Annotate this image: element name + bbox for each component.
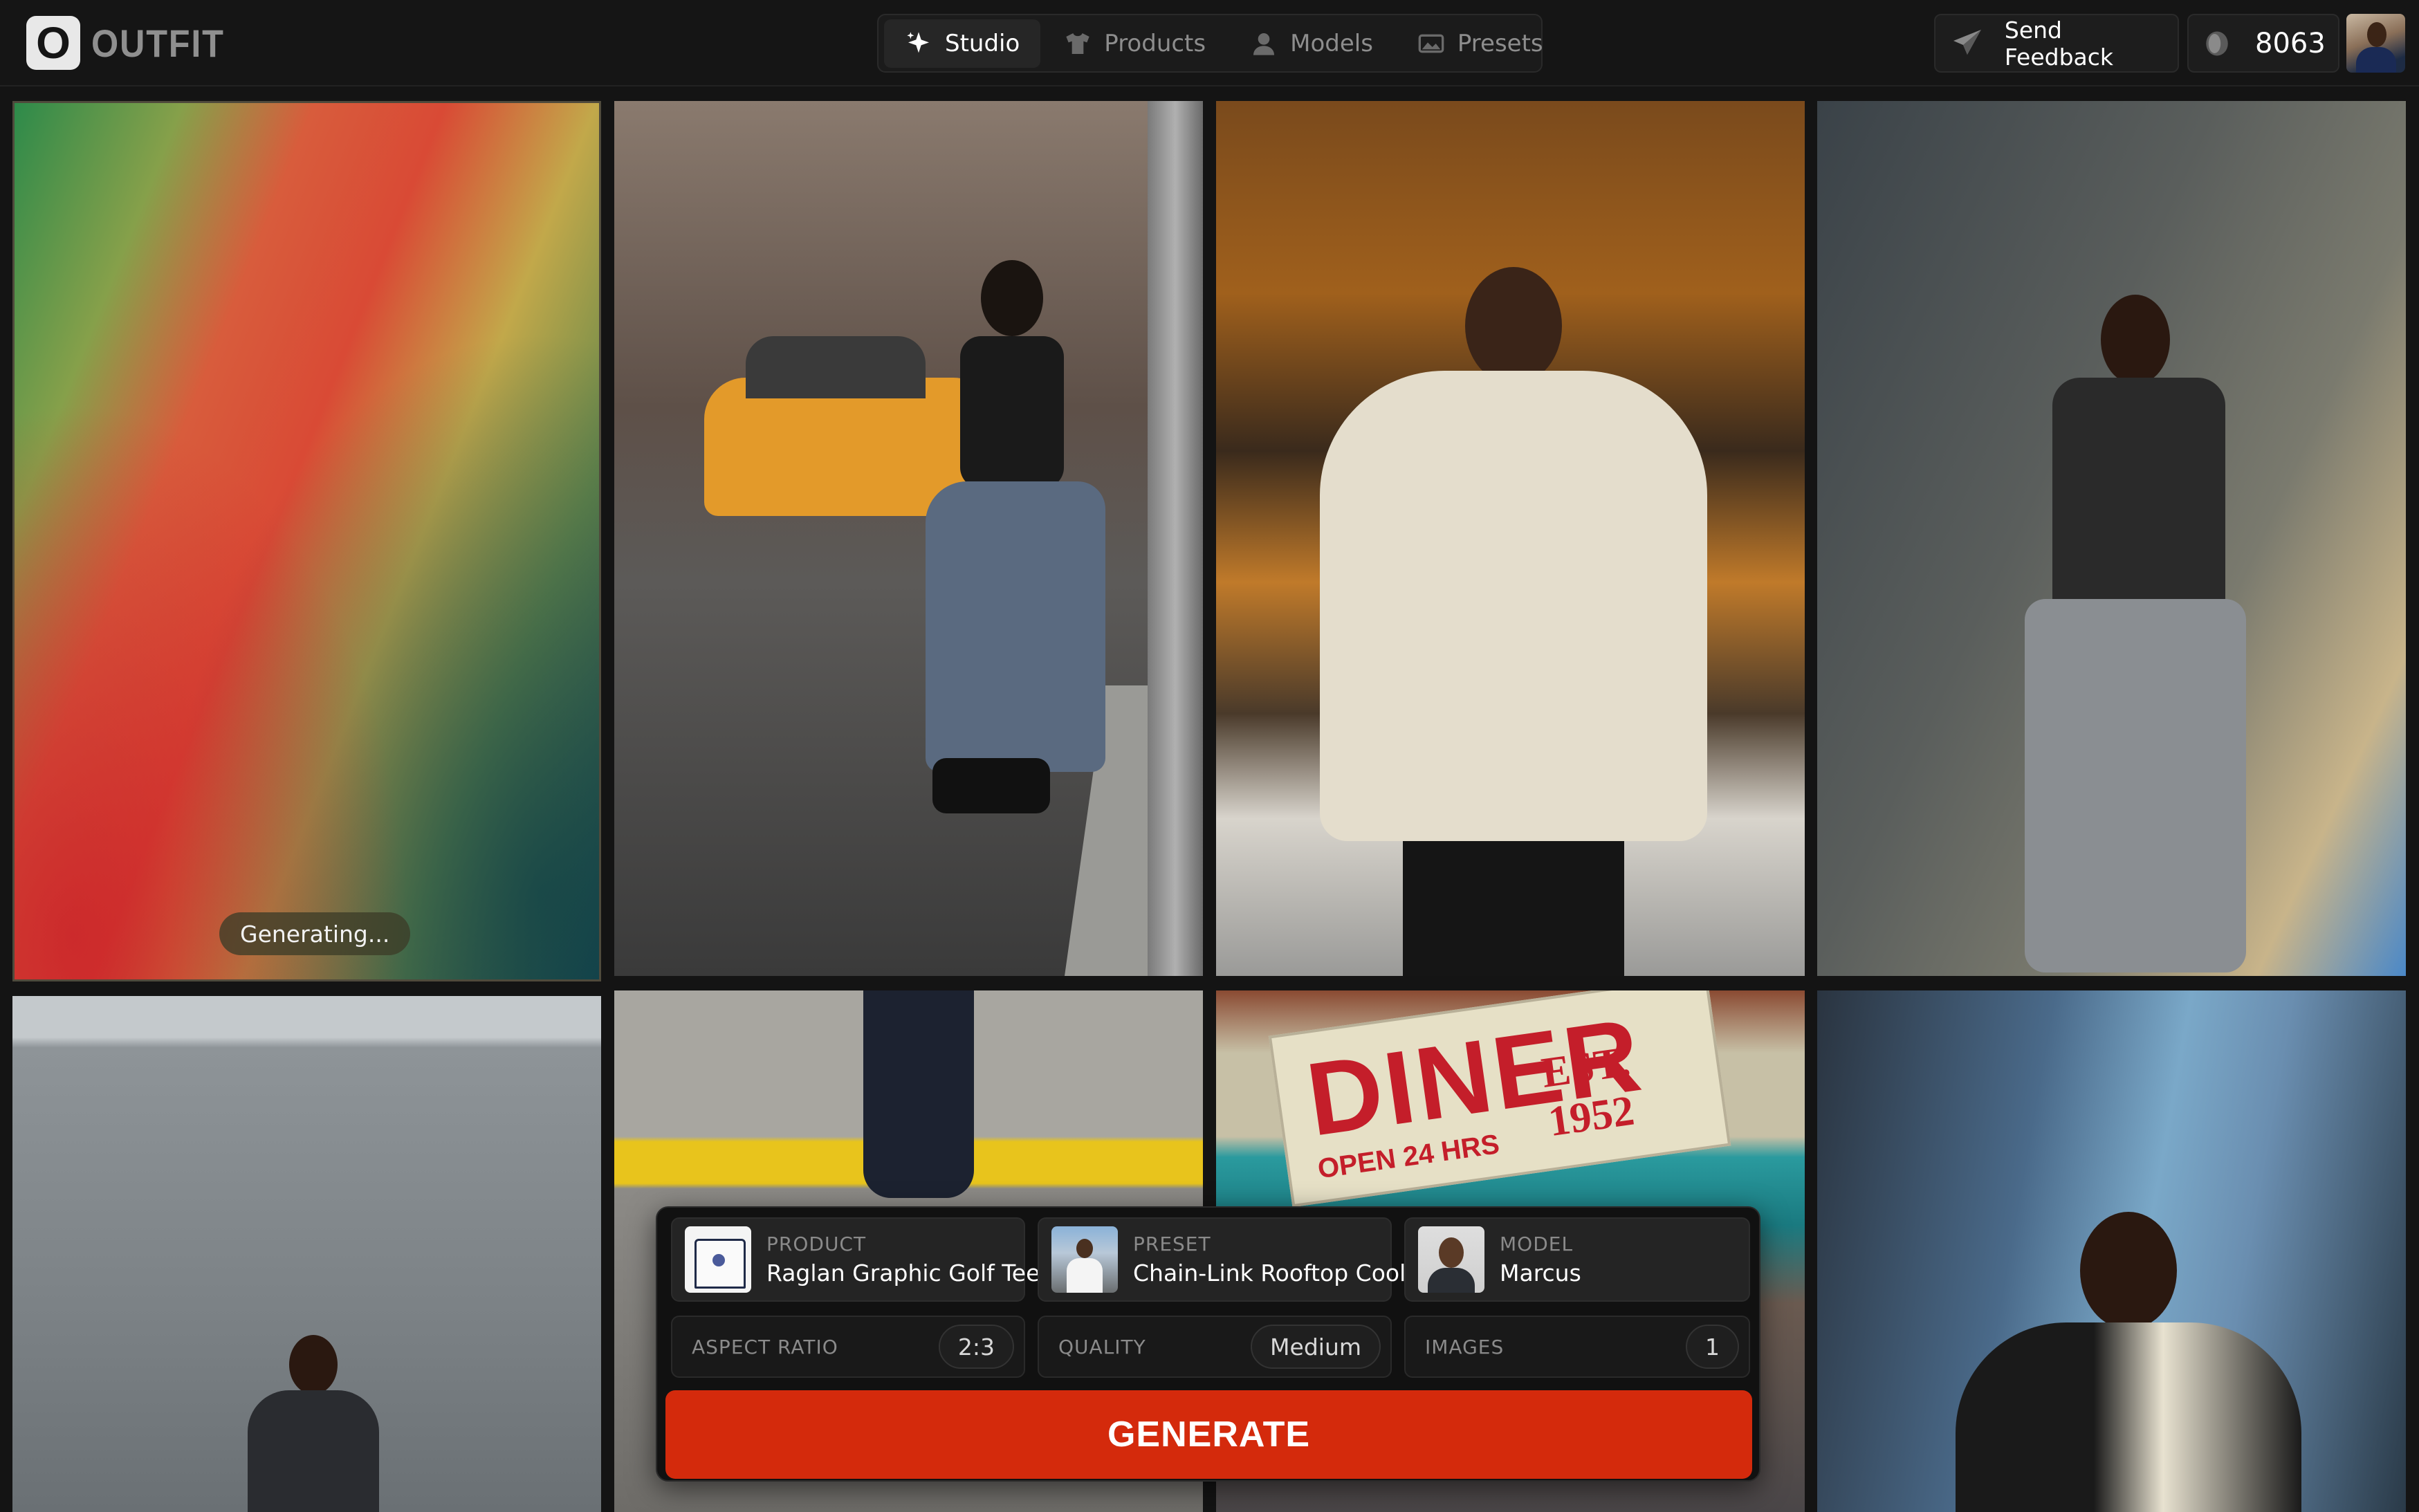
aspect-ratio-label: ASPECT RATIO bbox=[692, 1335, 838, 1358]
tab-label: Products bbox=[1104, 29, 1206, 57]
pole-shape bbox=[1148, 101, 1203, 976]
send-icon bbox=[1953, 29, 1981, 55]
shirt-icon bbox=[1066, 33, 1089, 54]
quality-select[interactable]: Medium bbox=[1251, 1325, 1381, 1369]
gallery-image[interactable] bbox=[1817, 101, 2406, 976]
gallery-image[interactable] bbox=[1216, 101, 1805, 976]
model-label: MODEL bbox=[1500, 1233, 1574, 1255]
product-picker[interactable]: PRODUCT Raglan Graphic Golf Tee bbox=[671, 1217, 1040, 1302]
gallery-image[interactable] bbox=[12, 996, 601, 1512]
credits-badge[interactable]: 8063 bbox=[2187, 14, 2339, 73]
tab-label: Studio bbox=[945, 29, 1020, 57]
app-root: O OUTFIT Studio Products Models Presets bbox=[0, 0, 2419, 1512]
preset-thumbnail bbox=[1051, 1226, 1118, 1293]
image-icon bbox=[1418, 34, 1444, 53]
model-figure bbox=[863, 990, 974, 1198]
person-icon bbox=[1253, 33, 1275, 55]
tab-label: Presets bbox=[1457, 29, 1543, 57]
tab-products[interactable]: Products bbox=[1043, 19, 1226, 68]
main-nav: Studio Products Models Presets bbox=[877, 14, 1543, 73]
model-figure bbox=[1969, 295, 2288, 976]
model-figure bbox=[1956, 1212, 2301, 1512]
images-label: IMAGES bbox=[1425, 1335, 1505, 1358]
preset-value: Chain-Link Rooftop Cool bbox=[1133, 1260, 1406, 1287]
aspect-ratio-option: ASPECT RATIO 2:3 bbox=[671, 1316, 1025, 1378]
model-picker[interactable]: MODEL Marcus bbox=[1404, 1217, 1750, 1302]
top-header: O OUTFIT Studio Products Models Presets bbox=[0, 0, 2419, 86]
gradient-placeholder bbox=[15, 103, 599, 979]
logo-text: OUTFIT bbox=[91, 21, 225, 65]
user-avatar[interactable] bbox=[2346, 14, 2405, 73]
model-thumbnail bbox=[1418, 1226, 1484, 1293]
coin-icon bbox=[2206, 31, 2228, 55]
preset-picker[interactable]: PRESET Chain-Link Rooftop Cool bbox=[1038, 1217, 1406, 1302]
send-feedback-button[interactable]: Send Feedback bbox=[1934, 14, 2179, 73]
product-value: Raglan Graphic Golf Tee bbox=[766, 1260, 1040, 1287]
logo[interactable]: O OUTFIT bbox=[26, 15, 239, 71]
model-figure bbox=[1292, 267, 1735, 976]
model-value: Marcus bbox=[1500, 1260, 1581, 1287]
product-thumbnail bbox=[685, 1226, 751, 1293]
sparkle-icon bbox=[907, 31, 929, 53]
quality-option: QUALITY Medium bbox=[1038, 1316, 1392, 1378]
aspect-ratio-select[interactable]: 2:3 bbox=[938, 1325, 1014, 1369]
gallery-image[interactable] bbox=[1817, 990, 2406, 1512]
generate-button[interactable]: GENERATE bbox=[665, 1390, 1752, 1479]
product-label: PRODUCT bbox=[766, 1233, 867, 1255]
model-figure bbox=[234, 1335, 393, 1512]
gallery-image[interactable] bbox=[614, 101, 1203, 976]
generator-panel: PRODUCT Raglan Graphic Golf Tee PRESET C… bbox=[656, 1206, 1760, 1482]
preset-label: PRESET bbox=[1133, 1233, 1211, 1255]
tab-label: Models bbox=[1290, 29, 1373, 57]
feedback-label: Send Feedback bbox=[2004, 16, 2114, 71]
tab-models[interactable]: Models bbox=[1229, 19, 1394, 68]
generating-tile[interactable]: Generating... bbox=[12, 101, 601, 981]
model-figure bbox=[905, 260, 1112, 883]
tab-presets[interactable]: Presets bbox=[1397, 19, 1564, 68]
credits-count: 8063 bbox=[2255, 27, 2326, 59]
images-count-select[interactable]: 1 bbox=[1686, 1325, 1739, 1369]
images-option: IMAGES 1 bbox=[1404, 1316, 1750, 1378]
logo-mark: O bbox=[26, 16, 80, 70]
generating-status: Generating... bbox=[219, 912, 411, 955]
tab-studio[interactable]: Studio bbox=[884, 19, 1041, 68]
quality-label: QUALITY bbox=[1058, 1335, 1146, 1358]
